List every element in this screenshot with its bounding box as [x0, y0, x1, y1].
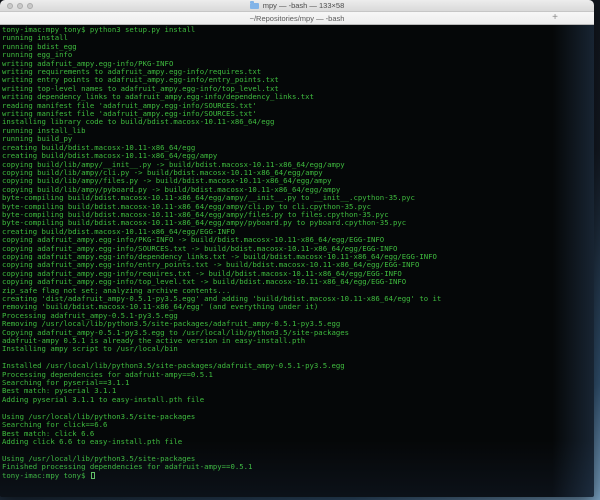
window-title: mpy — -bash — 133×58 [262, 1, 345, 10]
prompt-text: tony-imac:mpy tony$ [2, 470, 90, 480]
tab-repositories-mpy[interactable]: ~/Repositories/mpy — -bash [0, 12, 594, 24]
terminal-window: mpy — -bash — 133×58 ~/Repositories/mpy … [0, 0, 594, 497]
terminal-line: running install_lib [2, 125, 86, 135]
new-tab-button[interactable]: + [548, 12, 562, 24]
terminal-output: tony-imac:mpy tony$ python3 setup.py ins… [2, 25, 594, 472]
terminal-line: installing library code to build/bdist.m… [2, 117, 275, 127]
folder-proxy-icon [249, 1, 259, 9]
terminal-line: Finished processing dependencies for ada… [2, 462, 253, 472]
terminal-screen[interactable]: tony-imac:mpy tony$ python3 setup.py ins… [0, 25, 594, 497]
tab-bar: ~/Repositories/mpy — -bash + [0, 12, 594, 25]
terminal-cursor [90, 472, 96, 480]
terminal-line: tony-imac:mpy tony$ python3 setup.py ins… [2, 25, 196, 34]
terminal-line: running bdist_egg [2, 41, 77, 51]
title-area: mpy — -bash — 133×58 [0, 0, 594, 11]
terminal-line: Installing ampy script to /usr/local/bin [2, 344, 178, 354]
terminal-line: Adding click 6.6 to easy-install.pth fil… [2, 436, 183, 446]
terminal-line: running install [2, 33, 68, 43]
tab-label: ~/Repositories/mpy — -bash [249, 13, 345, 23]
prompt-line: tony-imac:mpy tony$ [2, 470, 594, 480]
title-bar[interactable]: mpy — -bash — 133×58 [0, 0, 594, 12]
terminal-line: Adding pyserial 3.1.1 to easy-install.pt… [2, 394, 205, 404]
